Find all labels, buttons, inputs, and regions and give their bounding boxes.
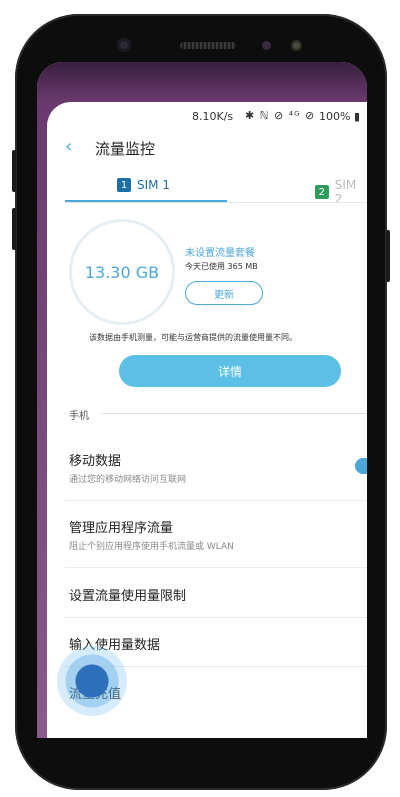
iris-sensor-icon <box>291 40 302 51</box>
row-subtitle: 阻止个别应用程序使用手机流量或 WLAN <box>69 542 234 552</box>
row-title: 管理应用程序流量 <box>69 521 174 536</box>
row-divider <box>65 567 367 568</box>
page-title: 流量监控 <box>95 140 156 158</box>
row-subtitle: 通过您的移动网络访问互联网 <box>69 475 187 485</box>
sim-2-icon: 2 <box>315 185 329 199</box>
status-icons: ✱ ℕ ⊘ ⁴ᴳ ⊘ <box>245 109 316 122</box>
tabs-divider <box>65 202 367 203</box>
sim-1-icon: 1 <box>117 178 131 192</box>
today-used: 今天已使用 365 MB <box>185 262 258 271</box>
back-chevron-icon[interactable]: ‹ <box>65 136 72 157</box>
front-camera-icon <box>117 38 131 52</box>
usage-amount: 13.30 GB <box>84 262 160 282</box>
tap-indicator <box>57 646 127 716</box>
app-data-usage-row[interactable]: 管理应用程序流量 阻止个别应用程序使用手机流量或 WLAN <box>69 517 367 552</box>
mobile-data-toggle[interactable] <box>355 458 367 474</box>
speaker-grille <box>180 42 236 49</box>
row-title: 输入使用量数据 <box>69 638 161 653</box>
tab-sim-1-label: SIM 1 <box>137 178 170 192</box>
plan-warning[interactable]: 未设置流量套餐 <box>185 244 255 259</box>
row-title: 移动数据 <box>69 454 122 469</box>
section-label: 手机 <box>69 411 89 422</box>
data-limit-row[interactable]: 设置流量使用量限制 <box>69 585 367 604</box>
screen: 8.10K/s ✱ ℕ ⊘ ⁴ᴳ ⊘ 100% ▮ ‹ 流量监控 1 SIM 1… <box>37 62 367 738</box>
mobile-data-row[interactable]: 移动数据 通过您的移动网络访问互联网 <box>69 450 367 485</box>
bixby-button <box>12 208 16 250</box>
volume-button <box>12 150 16 192</box>
measurement-note: 该数据由手机测量，可能与运营商提供的流量使用量不同。 <box>89 333 297 342</box>
sim-tabs: 1 SIM 1 2 SIM 2 <box>65 172 367 206</box>
update-button[interactable]: 更新 <box>185 281 263 305</box>
row-divider <box>65 617 367 618</box>
status-bar: 8.10K/s ✱ ℕ ⊘ ⁴ᴳ ⊘ 100% ▮ <box>37 108 367 126</box>
network-speed: 8.10K/s <box>192 110 234 123</box>
section-divider <box>101 413 367 414</box>
details-button[interactable]: 详情 <box>119 355 341 387</box>
tab-sim-1[interactable]: 1 SIM 1 <box>117 178 170 192</box>
sensor-icon <box>262 41 271 50</box>
enter-usage-row[interactable]: 输入使用量数据 <box>69 634 367 653</box>
row-title: 设置流量使用量限制 <box>69 589 187 604</box>
usage-circle: 13.30 GB <box>69 219 175 325</box>
battery-indicator: 100% ▮ <box>319 110 360 123</box>
power-button <box>386 230 390 282</box>
row-divider <box>65 500 367 501</box>
